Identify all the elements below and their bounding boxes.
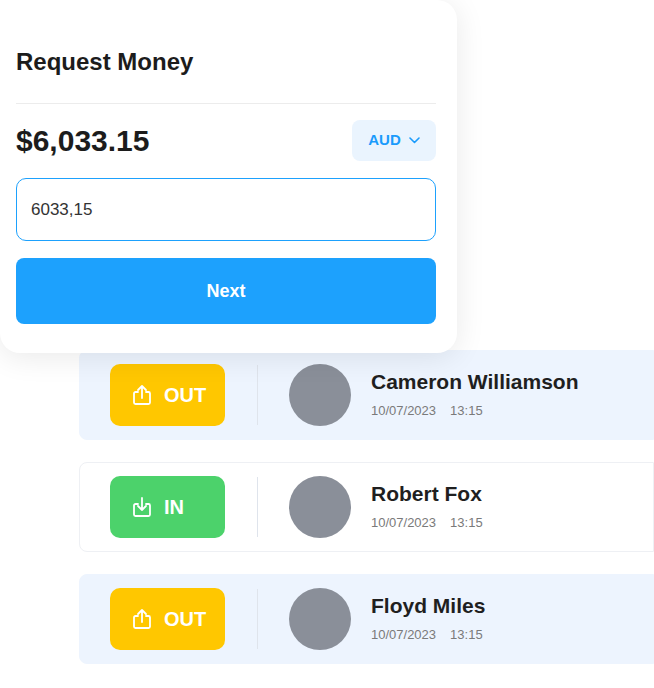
timestamp: 10/07/2023 13:15 (371, 625, 485, 645)
date: 10/07/2023 (371, 625, 436, 645)
direction-badge: IN (110, 476, 225, 538)
upload-icon (130, 383, 154, 407)
contact-info: Robert Fox 10/07/2023 13:15 (371, 481, 483, 533)
upload-icon (130, 607, 154, 631)
row-divider (257, 477, 258, 537)
avatar (289, 476, 351, 538)
currency-label: AUD (368, 129, 401, 152)
timestamp: 10/07/2023 13:15 (371, 513, 483, 533)
timestamp: 10/07/2023 13:15 (371, 401, 579, 421)
amount-field[interactable] (16, 178, 436, 241)
direction-label: IN (164, 492, 184, 522)
card-title: Request Money (16, 44, 436, 80)
contact-name: Cameron Williamson (371, 369, 579, 395)
chevron-down-icon (409, 137, 420, 144)
row-divider (257, 589, 258, 649)
amount-row: $6,033.15 AUD (16, 120, 436, 161)
transaction-row[interactable]: OUT Cameron Williamson 10/07/2023 13:15 (79, 350, 654, 440)
time: 13:15 (450, 625, 483, 645)
direction-label: OUT (164, 380, 206, 410)
currency-dropdown[interactable]: AUD (352, 120, 436, 161)
direction-badge: OUT (110, 364, 225, 426)
request-money-card: Request Money $6,033.15 AUD Next (0, 0, 457, 353)
contact-info: Cameron Williamson 10/07/2023 13:15 (371, 369, 579, 421)
amount-input[interactable] (31, 197, 421, 223)
direction-badge: OUT (110, 588, 225, 650)
transaction-list: OUT Cameron Williamson 10/07/2023 13:15 IN Ro… (79, 350, 654, 664)
divider (16, 103, 436, 104)
amount: $6,033.15 (16, 121, 149, 161)
date: 10/07/2023 (371, 401, 436, 421)
direction-label: OUT (164, 604, 206, 634)
transaction-row[interactable]: OUT Floyd Miles 10/07/2023 13:15 (79, 574, 654, 664)
contact-name: Floyd Miles (371, 593, 485, 619)
avatar (289, 588, 351, 650)
next-button[interactable]: Next (16, 258, 436, 324)
date: 10/07/2023 (371, 513, 436, 533)
time: 13:15 (450, 401, 483, 421)
transaction-row[interactable]: IN Robert Fox 10/07/2023 13:15 (79, 462, 654, 552)
row-divider (257, 365, 258, 425)
download-icon (130, 495, 154, 519)
time: 13:15 (450, 513, 483, 533)
contact-name: Robert Fox (371, 481, 483, 507)
contact-info: Floyd Miles 10/07/2023 13:15 (371, 593, 485, 645)
avatar (289, 364, 351, 426)
